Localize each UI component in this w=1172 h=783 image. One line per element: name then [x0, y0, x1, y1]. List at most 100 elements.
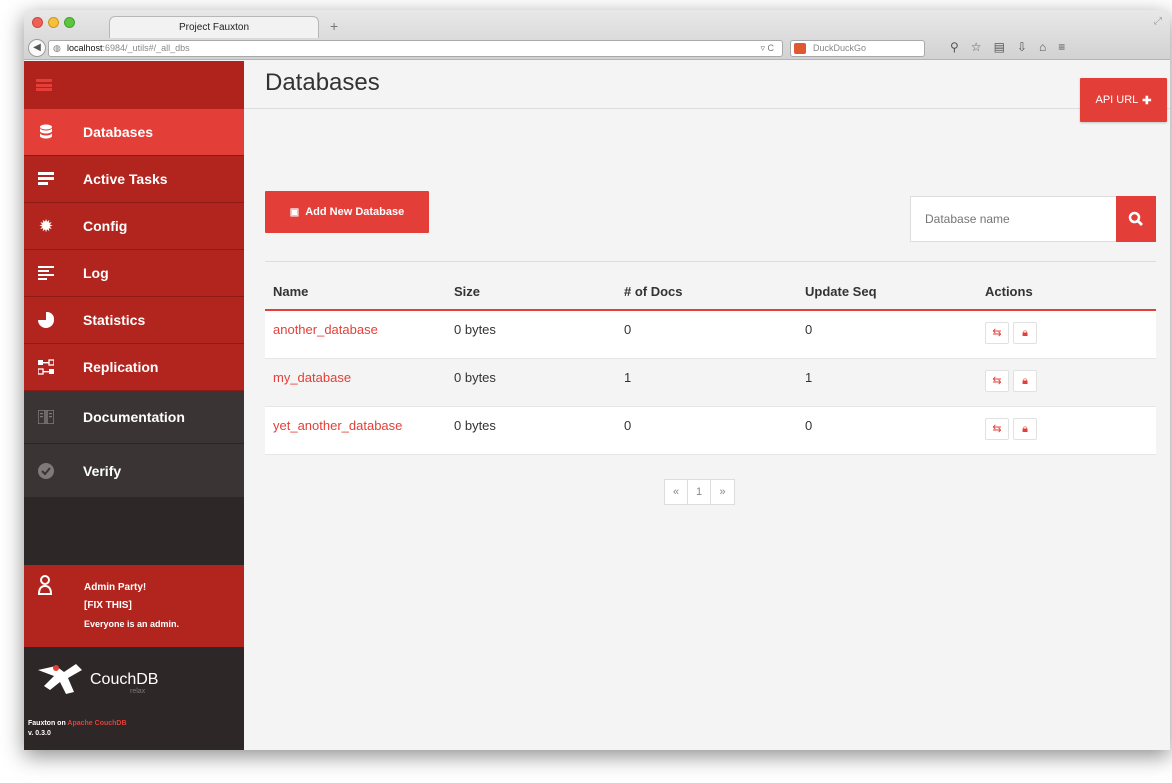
databases-table: Name Size # of Docs Update Seq Actions a…	[265, 274, 1156, 455]
close-window-button[interactable]	[32, 17, 43, 28]
back-button[interactable]: ◀	[28, 39, 46, 57]
version-label: v. 0.3.0	[28, 730, 51, 737]
table-header-row: Name Size # of Docs Update Seq Actions	[265, 274, 1156, 311]
sidebar-item-databases[interactable]: Databases	[24, 109, 244, 156]
database-link[interactable]: another_database	[273, 322, 378, 337]
user-panel[interactable]: Admin Party! [FIX THIS] Everyone is an a…	[24, 565, 244, 647]
plus-icon: ✚	[1142, 94, 1152, 107]
hamburger-menu-icon[interactable]	[36, 79, 52, 91]
replicate-icon[interactable]: ⇆	[985, 369, 1009, 392]
database-update-seq: 0	[797, 310, 977, 359]
sidebar: Databases Active Tasks ✹ Config Log Stat…	[24, 61, 244, 750]
minimize-window-button[interactable]	[48, 17, 59, 28]
api-url-button[interactable]: API URL ✚	[1080, 78, 1167, 122]
column-header-size[interactable]: Size	[446, 274, 616, 311]
table-row: yet_another_database 0 bytes 0 0 ⇆ 🔒︎	[265, 406, 1156, 455]
sidebar-item-verify[interactable]: Verify	[24, 444, 244, 497]
row-actions: ⇆ 🔒︎	[977, 310, 1156, 359]
url-host: localhost	[67, 43, 103, 53]
database-link[interactable]: my_database	[273, 370, 351, 385]
divider	[265, 261, 1156, 262]
column-header-docs[interactable]: # of Docs	[616, 274, 797, 311]
lock-icon[interactable]: 🔒︎	[1013, 322, 1037, 344]
user-icon	[37, 575, 53, 600]
url-row: ◀ ◍ localhost:6984/_utils#/_all_dbs ▿ C …	[24, 38, 1170, 60]
database-doc-count: 1	[616, 358, 797, 407]
replication-icon	[37, 358, 55, 376]
replicate-icon[interactable]: ⇆	[985, 322, 1009, 344]
database-update-seq: 0	[797, 406, 977, 455]
lock-icon[interactable]: 🔒︎	[1013, 417, 1037, 440]
sidebar-header	[24, 61, 244, 109]
pagination: « 1 »	[664, 479, 735, 505]
column-header-actions: Actions	[977, 274, 1156, 311]
sidebar-item-active-tasks[interactable]: Active Tasks	[24, 156, 244, 203]
couchdb-logo-icon	[38, 664, 82, 694]
search-engine-box[interactable]: DuckDuckGo	[790, 40, 925, 57]
brand-tagline: relax	[130, 688, 146, 695]
gear-icon: ✹	[39, 218, 53, 235]
browser-toolbar-icons: ⚲ ☆ ▤ ⇩ ⌂ ≡	[950, 40, 1065, 54]
prev-page-button[interactable]: «	[665, 480, 688, 504]
brand-name: CouchDB	[90, 671, 159, 688]
search-icon[interactable]: ⚲	[950, 40, 959, 54]
sidebar-item-label: Documentation	[83, 409, 185, 425]
sidebar-item-label: Active Tasks	[83, 171, 168, 187]
globe-icon: ◍	[53, 43, 61, 53]
lock-icon[interactable]: 🔒︎	[1013, 369, 1037, 392]
reload-icon[interactable]: ▿ C	[760, 41, 774, 56]
search-icon	[1128, 211, 1143, 226]
sidebar-item-config[interactable]: ✹ Config	[24, 203, 244, 250]
browser-window: Project Fauxton + ⤢ ◀ ◍ localhost:6984/_…	[24, 10, 1170, 750]
database-search-input[interactable]	[910, 196, 1116, 242]
bookmark-star-icon[interactable]: ☆	[971, 40, 982, 54]
browser-tab[interactable]: Project Fauxton	[109, 16, 319, 38]
duckduckgo-icon	[794, 43, 806, 54]
home-icon[interactable]: ⌂	[1039, 40, 1046, 54]
search-engine-label: DuckDuckGo	[813, 43, 867, 53]
database-doc-count: 0	[616, 406, 797, 455]
database-link[interactable]: yet_another_database	[273, 418, 402, 433]
apache-couchdb-link[interactable]: Apache CouchDB	[67, 720, 126, 727]
window-controls	[32, 17, 75, 28]
column-header-update-seq[interactable]: Update Seq	[797, 274, 977, 311]
check-circle-icon	[37, 462, 55, 480]
sidebar-item-log[interactable]: Log	[24, 250, 244, 297]
url-path: :6984/_utils#/_all_dbs	[102, 43, 190, 53]
next-page-button[interactable]: »	[711, 480, 734, 504]
database-size: 0 bytes	[446, 406, 616, 455]
database-size: 0 bytes	[446, 310, 616, 359]
replicate-icon[interactable]: ⇆	[985, 417, 1009, 440]
user-note: Everyone is an admin.	[84, 619, 180, 629]
database-doc-count: 0	[616, 310, 797, 359]
add-database-label: Add New Database	[305, 206, 405, 218]
add-new-database-button[interactable]: ▣ Add New Database	[265, 191, 429, 233]
brand-footer: CouchDB relax Fauxton on Apache CouchDB …	[24, 647, 244, 750]
download-icon[interactable]: ⇩	[1017, 40, 1027, 54]
page-title: Databases	[265, 69, 380, 96]
table-row: another_database 0 bytes 0 0 ⇆ 🔒︎	[265, 310, 1156, 359]
page-number[interactable]: 1	[688, 480, 711, 504]
log-icon	[37, 264, 55, 282]
fullscreen-icon[interactable]: ⤢	[1154, 16, 1162, 27]
column-header-name[interactable]: Name	[265, 274, 446, 311]
new-tab-button[interactable]: +	[330, 18, 338, 34]
book-icon	[37, 408, 55, 426]
sidebar-item-documentation[interactable]: Documentation	[24, 391, 244, 444]
api-url-label: API URL	[1095, 94, 1139, 106]
zoom-window-button[interactable]	[64, 17, 75, 28]
add-database-icon: ▣	[289, 206, 300, 218]
row-actions: ⇆ 🔒︎	[977, 358, 1156, 407]
address-bar[interactable]: ◍ localhost:6984/_utils#/_all_dbs ▿ C	[48, 40, 783, 57]
main-content: Databases API URL ✚ ▣ Add New Database N…	[244, 61, 1170, 750]
user-warning: [FIX THIS]	[84, 600, 132, 611]
sidebar-item-statistics[interactable]: Statistics	[24, 297, 244, 344]
sidebar-item-replication[interactable]: Replication	[24, 344, 244, 391]
menu-icon[interactable]: ≡	[1058, 40, 1065, 54]
database-search-button[interactable]	[1116, 196, 1156, 242]
sidebar-item-label: Replication	[83, 359, 159, 375]
reading-list-icon[interactable]: ▤	[994, 40, 1005, 54]
version-footer: Fauxton on Apache CouchDB v. 0.3.0	[28, 719, 127, 739]
page-header: Databases	[244, 61, 1170, 109]
database-icon	[37, 123, 55, 141]
